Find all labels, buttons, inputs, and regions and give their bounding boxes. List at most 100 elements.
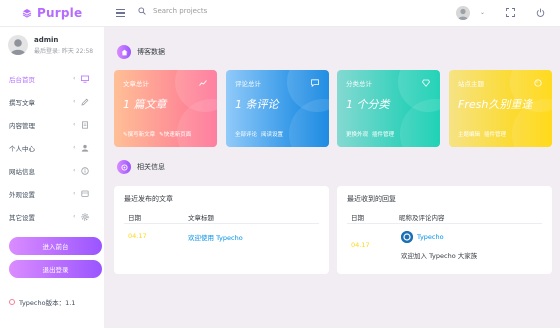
home-icon bbox=[117, 45, 131, 59]
all-comments-link[interactable]: 全部评论 bbox=[235, 130, 257, 138]
diamond-icon bbox=[422, 79, 430, 87]
search-input[interactable] bbox=[153, 7, 273, 15]
sidebar-item-dashboard[interactable]: 后台首页 ‹ bbox=[0, 67, 104, 90]
sidebar-item-other-settings[interactable]: 其它设置 ‹ bbox=[0, 205, 104, 228]
sidebar-item-label: 内容管理 bbox=[9, 121, 35, 130]
enter-frontend-button[interactable]: 进入前台 bbox=[9, 237, 102, 255]
commenter-name-link[interactable]: Typecho bbox=[417, 233, 444, 241]
theme-editor-link[interactable]: 主题编辑 bbox=[458, 130, 480, 138]
chevron-left-icon: ‹ bbox=[73, 121, 76, 128]
plugins-link[interactable]: 插件管理 bbox=[484, 130, 506, 138]
stat-card-theme: 站点主题 Fresh久别重逢 主题编辑 插件管理 bbox=[449, 70, 552, 147]
person-icon bbox=[10, 39, 26, 55]
sidebar-item-label: 个人中心 bbox=[9, 144, 35, 153]
gear-icon bbox=[81, 212, 89, 221]
stat-card-categories: 分类总计 1 个分类 更换外观 插件管理 bbox=[337, 70, 440, 147]
brand-logo[interactable]: Purple bbox=[22, 6, 82, 20]
comment-date: 04.17 bbox=[351, 241, 370, 249]
person-icon bbox=[458, 8, 468, 20]
column-header-content: 昵称及评论内容 bbox=[399, 214, 445, 222]
info-section-title: 相关信息 bbox=[137, 163, 165, 171]
card-title: 分类总计 bbox=[346, 80, 372, 88]
sidebar-item-label: 网站信息 bbox=[9, 167, 35, 176]
chevron-left-icon: ‹ bbox=[73, 213, 76, 220]
chevron-left-icon: ‹ bbox=[73, 167, 76, 174]
layers-icon bbox=[22, 9, 32, 18]
divider bbox=[124, 223, 319, 224]
sidebar-item-label: 后台首页 bbox=[9, 75, 35, 84]
sidebar-toggle-button[interactable] bbox=[116, 9, 125, 18]
power-icon[interactable] bbox=[536, 8, 545, 17]
post-date: 04.17 bbox=[128, 232, 147, 240]
card-value: 1 个分类 bbox=[346, 98, 390, 111]
panel-title: 最近发布的文章 bbox=[124, 195, 173, 203]
sidebar-nav: 后台首页 ‹ 撰写文章 ‹ 内容管理 ‹ 个人中心 ‹ 网站信息 ‹ 外观设置 … bbox=[0, 67, 104, 228]
column-header-date: 日期 bbox=[128, 214, 141, 222]
typecho-logo-icon bbox=[401, 231, 413, 243]
column-header-date: 日期 bbox=[351, 214, 364, 222]
chevron-left-icon: ‹ bbox=[73, 144, 76, 151]
card-value: 1 篇文章 bbox=[123, 98, 167, 111]
last-login-text: 最后登录: 昨天 22:58 bbox=[34, 47, 94, 55]
panel-title: 最近收到的回复 bbox=[347, 195, 396, 203]
change-theme-link[interactable]: 更换外观 bbox=[346, 130, 368, 138]
stats-section-header: 博客数据 bbox=[117, 45, 165, 59]
write-post-link[interactable]: ✎撰写新文章 bbox=[123, 130, 155, 138]
card-value: Fresh久别重逢 bbox=[458, 98, 533, 111]
sidebar-item-label: 外观设置 bbox=[9, 190, 35, 199]
sidebar: admin 最后登录: 昨天 22:58 后台首页 ‹ 撰写文章 ‹ 内容管理 … bbox=[0, 27, 104, 328]
version-info: Typecho版本：1.1 bbox=[9, 297, 75, 307]
sidebar-item-label: 其它设置 bbox=[9, 213, 35, 222]
profile-name: admin bbox=[34, 35, 59, 44]
card-title: 站点主题 bbox=[458, 80, 484, 88]
user-icon bbox=[81, 144, 89, 152]
sidebar-item-write-post[interactable]: 撰写文章 ‹ bbox=[0, 90, 104, 113]
chevron-down-icon[interactable]: ⌄ bbox=[480, 9, 485, 16]
card-title: 评论总计 bbox=[235, 80, 261, 88]
top-navbar: Purple ⌄ bbox=[0, 0, 560, 27]
sidebar-item-appearance[interactable]: 外观设置 ‹ bbox=[0, 182, 104, 205]
status-dot-icon bbox=[9, 299, 15, 305]
search-bar bbox=[138, 7, 273, 15]
info-section-header: 相关信息 bbox=[117, 160, 165, 174]
card-value: 1 条评论 bbox=[235, 98, 279, 111]
info-icon bbox=[81, 166, 89, 175]
plugins-link[interactable]: 插件管理 bbox=[372, 130, 394, 138]
reading-settings-link[interactable]: 阅读设置 bbox=[261, 130, 283, 138]
stat-card-posts: 文章总计 1 篇文章 ✎撰写新文章 ✎快速新页面 bbox=[114, 70, 217, 147]
card-title: 文章总计 bbox=[123, 80, 149, 88]
palette-icon bbox=[81, 190, 89, 197]
pages-icon bbox=[82, 120, 88, 129]
profile-block[interactable]: admin 最后登录: 昨天 22:58 bbox=[8, 35, 93, 55]
post-title-link[interactable]: 欢迎使用 Typecho bbox=[188, 232, 243, 242]
avatar bbox=[8, 35, 28, 55]
user-avatar[interactable] bbox=[456, 6, 470, 20]
fullscreen-icon[interactable] bbox=[506, 8, 515, 17]
comment-icon bbox=[311, 79, 319, 87]
pencil-icon bbox=[81, 98, 89, 106]
sidebar-item-profile[interactable]: 个人中心 ‹ bbox=[0, 136, 104, 159]
stats-section-title: 博客数据 bbox=[137, 48, 165, 56]
chart-icon bbox=[199, 80, 207, 86]
brand-name: Purple bbox=[37, 6, 83, 20]
chevron-left-icon: ‹ bbox=[73, 190, 76, 197]
stat-card-comments: 评论总计 1 条评论 全部评论 阅读设置 bbox=[226, 70, 329, 147]
search-icon bbox=[138, 7, 146, 15]
chevron-left-icon: ‹ bbox=[73, 98, 76, 105]
recent-comments-panel: 最近收到的回复 日期 昵称及评论内容 04.17 Typecho 欢迎加入 Ty… bbox=[337, 186, 552, 274]
chevron-left-icon: ‹ bbox=[73, 75, 76, 82]
palette-icon bbox=[534, 79, 542, 87]
logout-button[interactable]: 退出登录 bbox=[9, 260, 102, 278]
recent-posts-panel: 最近发布的文章 日期 文章标题 04.17 欢迎使用 Typecho bbox=[114, 186, 329, 274]
commenter-avatar bbox=[401, 231, 413, 243]
sidebar-item-content[interactable]: 内容管理 ‹ bbox=[0, 113, 104, 136]
new-page-link[interactable]: ✎快速新页面 bbox=[159, 130, 191, 138]
sidebar-item-site-info[interactable]: 网站信息 ‹ bbox=[0, 159, 104, 182]
sidebar-item-label: 撰写文章 bbox=[9, 98, 35, 107]
monitor-icon bbox=[81, 75, 89, 83]
version-text: Typecho版本：1.1 bbox=[19, 299, 76, 307]
info-icon bbox=[117, 160, 131, 174]
divider bbox=[347, 223, 542, 224]
column-header-title: 文章标题 bbox=[188, 214, 214, 222]
comment-text: 欢迎加入 Typecho 大家族 bbox=[401, 252, 478, 260]
